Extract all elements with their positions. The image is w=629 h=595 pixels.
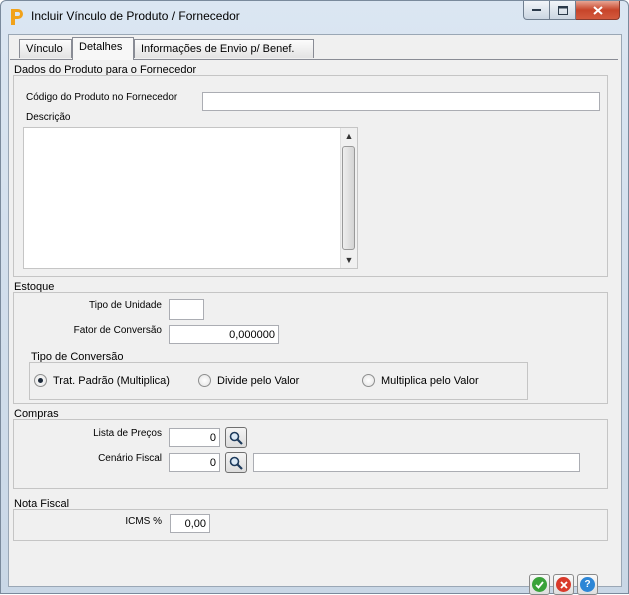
- window-title: Incluir Vínculo de Produto / Fornecedor: [31, 9, 240, 23]
- dialog-client: Vínculo Detalhes Informações de Envio p/…: [8, 34, 622, 595]
- radio-unselected-icon: [362, 374, 375, 387]
- tipo-unidade-label: Tipo de Unidade: [88, 300, 162, 311]
- tab-vinculo[interactable]: Vínculo: [19, 39, 72, 58]
- radio-trat-padrao-label: Trat. Padrão (Multiplica): [53, 374, 170, 387]
- maximize-icon: [557, 5, 568, 15]
- radio-trat-padrao[interactable]: Trat. Padrão (Multiplica): [34, 374, 170, 387]
- minimize-icon: [532, 9, 541, 11]
- cenario-fiscal-input[interactable]: [169, 453, 220, 472]
- close-icon: [556, 577, 571, 592]
- radio-multiplica-valor-label: Multiplica pelo Valor: [381, 374, 479, 387]
- scroll-down-icon[interactable]: ▼: [341, 252, 357, 268]
- descricao-memo[interactable]: ▲ ▼: [23, 127, 358, 269]
- radio-selected-icon: [34, 374, 47, 387]
- descricao-label: Descrição: [26, 112, 71, 123]
- title-bar: Incluir Vínculo de Produto / Fornecedor: [1, 1, 628, 31]
- cenario-fiscal-label: Cenário Fiscal: [98, 453, 162, 464]
- search-icon: [229, 431, 243, 445]
- lista-precos-label: Lista de Preços: [93, 428, 162, 439]
- window-controls: [523, 1, 620, 21]
- p-logo-icon: [9, 8, 25, 26]
- icms-label: ICMS %: [125, 516, 162, 527]
- cenario-fiscal-description: [253, 453, 580, 472]
- tab-panel-detalhes: Dados do Produto para o Fornecedor Códig…: [10, 59, 618, 595]
- main-window: Incluir Vínculo de Produto / Fornecedor …: [0, 0, 629, 595]
- fator-conversao-input[interactable]: [169, 325, 279, 344]
- descricao-scrollbar[interactable]: ▲ ▼: [340, 128, 357, 268]
- codigo-label: Código do Produto no Fornecedor: [26, 92, 178, 103]
- cenario-fiscal-lookup-button[interactable]: [225, 452, 247, 473]
- radio-unselected-icon: [198, 374, 211, 387]
- tab-detalhes[interactable]: Detalhes: [72, 37, 134, 60]
- tab-informacoes-envio[interactable]: Informações de Envio p/ Benef.: [134, 39, 314, 58]
- radio-divide-valor[interactable]: Divide pelo Valor: [198, 374, 299, 387]
- tipo-unidade-input[interactable]: [169, 299, 204, 320]
- minimize-button[interactable]: [523, 1, 550, 20]
- scroll-thumb[interactable]: [342, 146, 355, 250]
- codigo-fornecedor-input[interactable]: [202, 92, 600, 111]
- close-window-button[interactable]: [576, 1, 620, 20]
- radio-multiplica-valor[interactable]: Multiplica pelo Valor: [362, 374, 479, 387]
- help-icon: ?: [580, 577, 595, 592]
- radio-divide-valor-label: Divide pelo Valor: [217, 374, 300, 387]
- maximize-button[interactable]: [550, 1, 576, 20]
- help-button[interactable]: ?: [577, 574, 598, 595]
- lista-precos-lookup-button[interactable]: [225, 427, 247, 448]
- scroll-up-icon[interactable]: ▲: [341, 128, 357, 144]
- search-icon: [229, 456, 243, 470]
- check-icon: [532, 577, 547, 592]
- fator-conversao-label: Fator de Conversão: [73, 325, 162, 336]
- close-icon: [592, 5, 603, 15]
- cancel-button[interactable]: [553, 574, 574, 595]
- confirm-button[interactable]: [529, 574, 550, 595]
- icms-input[interactable]: [170, 514, 210, 533]
- lista-precos-input[interactable]: [169, 428, 220, 447]
